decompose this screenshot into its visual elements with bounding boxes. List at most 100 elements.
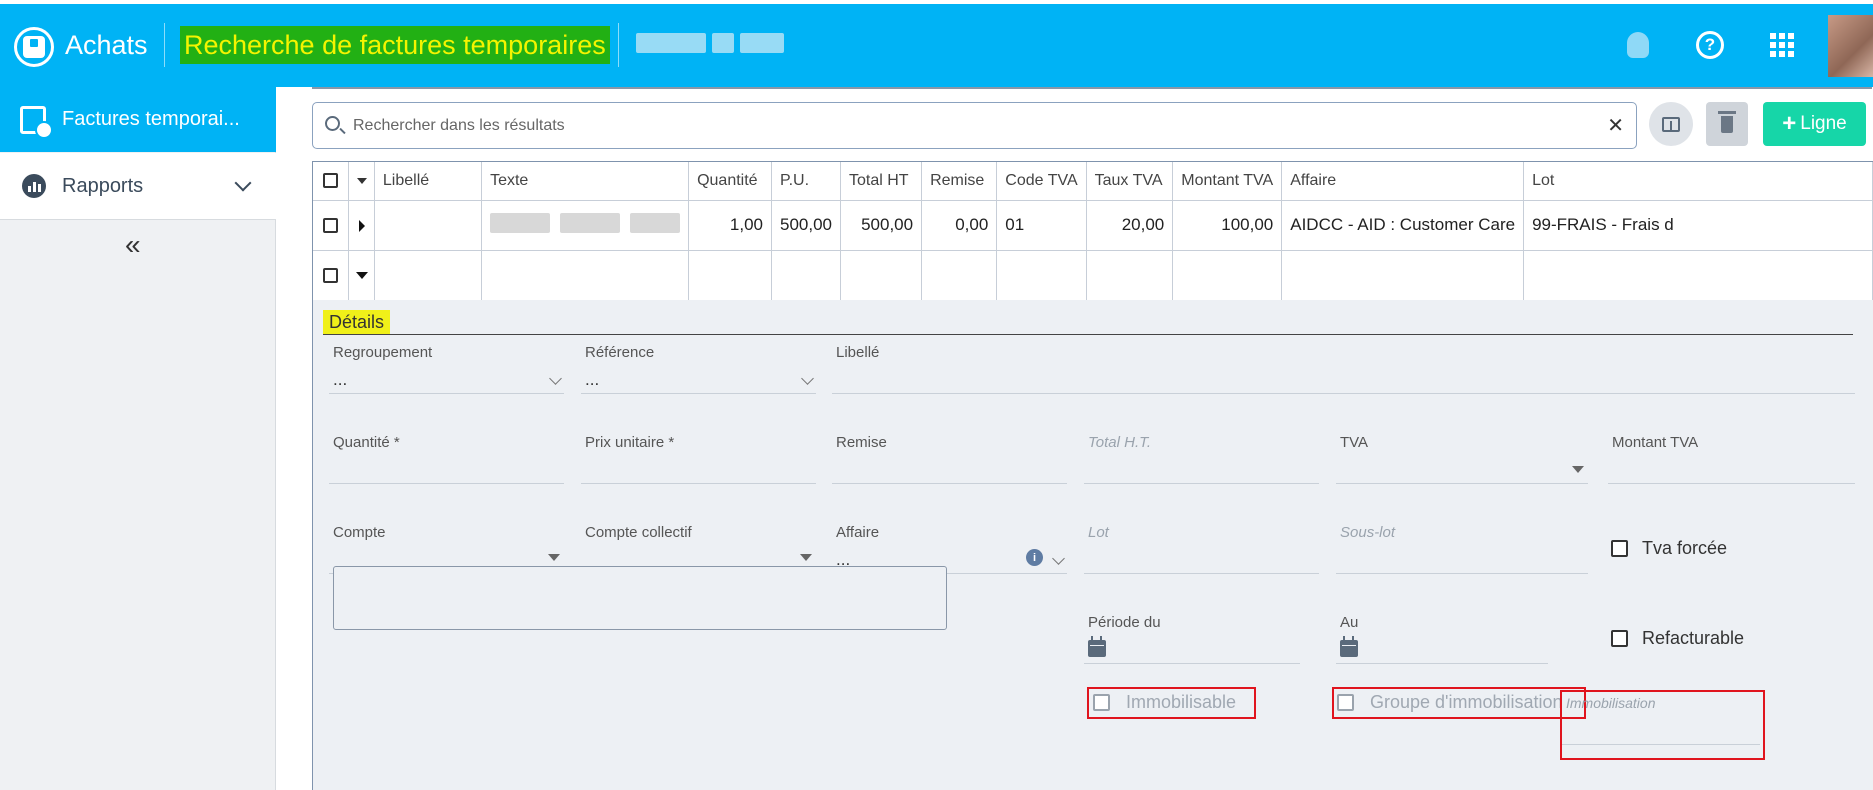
caret-right-icon[interactable] [358, 219, 365, 232]
cell-empty[interactable] [771, 250, 841, 301]
cell-empty[interactable] [921, 250, 998, 301]
cell-affaire[interactable]: AIDCC - AID : Customer Care [1281, 200, 1525, 251]
clear-search-icon[interactable]: ✕ [1607, 113, 1624, 138]
column-header[interactable]: Montant TVA [1172, 162, 1283, 201]
periode-du-field[interactable]: Période du [1084, 610, 1300, 664]
cell-empty[interactable] [1281, 250, 1525, 301]
cell-lot[interactable]: 99-FRAIS - Frais d [1523, 200, 1873, 251]
au-field[interactable]: Au [1336, 610, 1548, 664]
cell-empty[interactable] [374, 250, 483, 301]
collapse-sidebar-button[interactable]: « [125, 229, 141, 261]
calendar-icon[interactable] [1340, 636, 1358, 657]
chart-icon [22, 174, 46, 198]
sidebar-item-label: Factures temporai... [62, 108, 240, 130]
cell-quantite[interactable]: 1,00 [688, 200, 772, 251]
cell-montant-tva[interactable]: 100,00 [1172, 200, 1283, 251]
comment-textarea[interactable] [333, 566, 947, 630]
cell-pu[interactable]: 500,00 [771, 200, 841, 251]
table-row-new[interactable] [313, 250, 1873, 301]
lot-field: Lot [1084, 520, 1319, 574]
cell-empty[interactable] [1172, 250, 1283, 301]
immobilisable-checkbox[interactable] [1093, 694, 1110, 711]
tva-forcee-checkbox[interactable] [1611, 540, 1628, 557]
libelle-field[interactable]: Libellé [832, 340, 1855, 394]
reference-field[interactable]: Référence ... [581, 340, 816, 394]
table-row[interactable]: 1,00 500,00 500,00 0,00 01 20,00 100,00 … [313, 200, 1873, 251]
column-header[interactable]: P.U. [771, 162, 841, 201]
cell-texte[interactable] [481, 200, 690, 251]
row-expand-cell [348, 250, 375, 301]
cell-total-ht[interactable]: 500,00 [840, 200, 923, 251]
caret-down-icon[interactable] [1572, 466, 1584, 473]
help-icon[interactable]: ? [1692, 27, 1728, 63]
caret-down-icon[interactable] [800, 554, 812, 561]
au-label: Au [1340, 614, 1359, 631]
caret-down-icon[interactable] [355, 272, 368, 280]
sous-lot-field: Sous-lot [1336, 520, 1588, 574]
refacturable-checkbox-row[interactable]: Refacturable [1611, 628, 1744, 649]
chevron-down-icon[interactable] [549, 372, 562, 385]
search-bar: ✕ [312, 102, 1637, 149]
cell-empty[interactable] [996, 250, 1087, 301]
tva-forcee-label: Tva forcée [1642, 538, 1728, 558]
chevron-down-icon[interactable] [1052, 552, 1065, 565]
row-select-cell [313, 250, 350, 301]
row-checkbox[interactable] [323, 268, 339, 284]
home-icon[interactable] [14, 27, 54, 67]
column-header[interactable]: Code TVA [996, 162, 1087, 201]
cell-empty[interactable] [1523, 250, 1873, 301]
cell-empty[interactable] [1086, 250, 1174, 301]
cell-empty[interactable] [481, 250, 690, 301]
row-expand-cell [348, 200, 375, 251]
remise-field[interactable]: Remise [832, 430, 1067, 484]
caret-down-icon[interactable] [548, 554, 560, 561]
quantite-field[interactable]: Quantité * [329, 430, 564, 484]
column-header[interactable]: Taux TVA [1086, 162, 1174, 201]
column-header[interactable]: Affaire [1281, 162, 1525, 201]
row-checkbox[interactable] [323, 218, 339, 234]
search-input[interactable] [353, 111, 1553, 141]
select-all-checkbox[interactable] [323, 173, 339, 189]
cell-remise[interactable]: 0,00 [921, 200, 998, 251]
regroupement-field[interactable]: Regroupement ... [329, 340, 564, 394]
calendar-icon[interactable] [1088, 636, 1106, 657]
lot-label: Lot [1088, 524, 1109, 541]
redacted-context [636, 33, 816, 57]
info-icon[interactable]: i [1026, 549, 1043, 566]
column-header[interactable]: Lot [1523, 162, 1873, 201]
groupe-immobilisation-checkbox-row[interactable]: Groupe d'immobilisation [1337, 692, 1563, 713]
sidebar-item-factures-temporaires[interactable]: Factures temporai... [0, 87, 276, 152]
cell-libelle[interactable] [374, 200, 483, 251]
column-header[interactable]: Quantité [688, 162, 772, 201]
prix-unitaire-field[interactable]: Prix unitaire * [581, 430, 816, 484]
refacturable-checkbox[interactable] [1611, 630, 1628, 647]
cell-taux-tva[interactable]: 20,00 [1086, 200, 1174, 251]
column-header[interactable]: Texte [481, 162, 690, 201]
header-divider [618, 23, 619, 67]
tva-forcee-checkbox-row[interactable]: Tva forcée [1611, 538, 1727, 559]
caret-down-icon[interactable] [356, 177, 367, 184]
columns-button[interactable] [1649, 102, 1693, 146]
sidebar-item-rapports[interactable]: Rapports [0, 153, 276, 220]
groupe-immobilisation-checkbox[interactable] [1337, 694, 1354, 711]
tva-field[interactable]: TVA [1336, 430, 1588, 484]
column-header[interactable]: Libellé [374, 162, 483, 201]
chevron-down-icon[interactable] [801, 372, 814, 385]
immobilisable-checkbox-row[interactable]: Immobilisable [1093, 692, 1236, 713]
top-strip [0, 0, 1873, 4]
cell-code-tva[interactable]: 01 [996, 200, 1087, 251]
app-name[interactable]: Achats [65, 30, 148, 61]
chevron-down-icon[interactable] [234, 174, 252, 192]
lightbulb-icon[interactable] [1620, 27, 1656, 63]
apps-grid-icon[interactable] [1764, 27, 1800, 63]
cell-empty[interactable] [840, 250, 923, 301]
column-header[interactable]: Total HT [840, 162, 923, 201]
plus-icon: + [1782, 110, 1797, 137]
add-line-button[interactable]: + Ligne [1763, 102, 1866, 146]
total-ht-field: Total H.T. [1084, 430, 1319, 484]
user-avatar[interactable] [1828, 15, 1873, 77]
montant-tva-field[interactable]: Montant TVA [1608, 430, 1855, 484]
column-header[interactable]: Remise [921, 162, 998, 201]
cell-empty[interactable] [688, 250, 772, 301]
delete-button[interactable] [1706, 102, 1748, 146]
